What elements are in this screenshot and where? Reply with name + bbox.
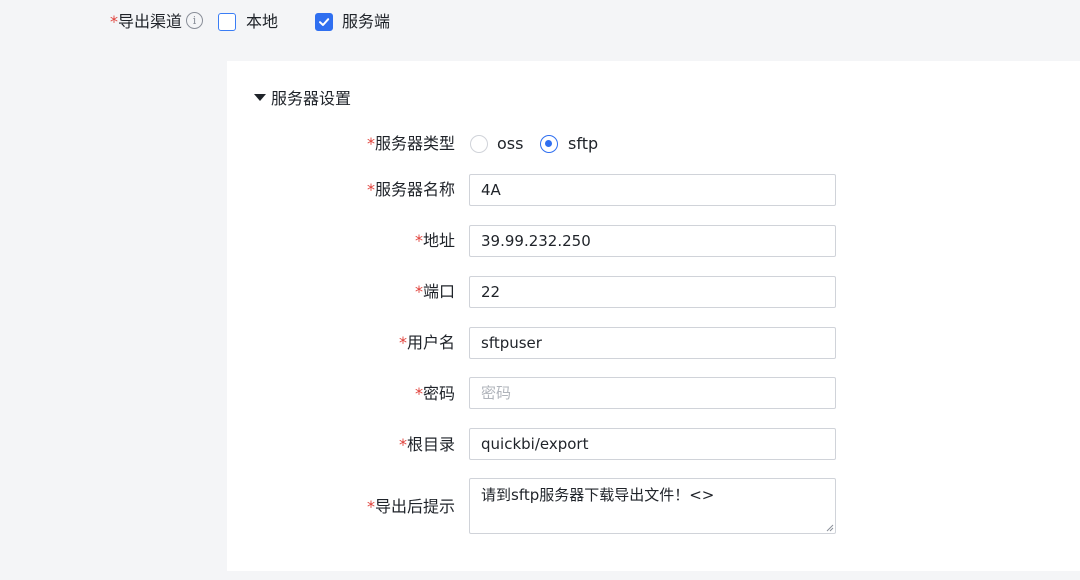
password-label-text: 密码: [422, 384, 455, 403]
server-settings-title[interactable]: 服务器设置: [271, 88, 351, 110]
server-name-label: *服务器名称: [367, 179, 455, 201]
required-mark: *: [414, 231, 423, 250]
port-label-text: 端口: [422, 282, 455, 301]
root-dir-label-text: 根目录: [406, 435, 455, 454]
address-label-text: 地址: [422, 231, 455, 250]
username-label-text: 用户名: [406, 333, 455, 352]
required-mark: *: [414, 384, 423, 403]
required-mark: *: [366, 497, 375, 516]
address-input[interactable]: 39.99.232.250: [469, 225, 836, 257]
post-export-hint-label: *导出后提示: [367, 496, 455, 518]
server-name-label-text: 服务器名称: [374, 180, 455, 199]
root-dir-input[interactable]: quickbi/export: [469, 428, 836, 460]
required-mark: *: [110, 12, 118, 31]
server-checkbox-label[interactable]: 服务端: [342, 11, 390, 33]
oss-radio[interactable]: [470, 135, 488, 153]
local-checkbox[interactable]: [218, 13, 236, 31]
export-channel-label: *导出渠道: [110, 11, 182, 33]
root-dir-label: *根目录: [399, 434, 455, 456]
sftp-radio[interactable]: [540, 135, 558, 153]
check-icon: [319, 18, 330, 26]
radio-dot: [545, 140, 552, 147]
export-channel-row: *导出渠道 i 本地 服务端: [0, 0, 1080, 44]
oss-radio-label[interactable]: oss: [497, 133, 523, 155]
caret-down-icon[interactable]: [254, 94, 266, 101]
info-icon[interactable]: i: [186, 12, 203, 29]
required-mark: *: [366, 134, 375, 153]
required-mark: *: [398, 333, 407, 352]
resize-handle-icon[interactable]: [825, 523, 834, 532]
required-mark: *: [414, 282, 423, 301]
password-label: *密码: [415, 383, 455, 405]
sftp-radio-label[interactable]: sftp: [568, 133, 598, 155]
address-label: *地址: [415, 230, 455, 252]
post-export-hint-label-text: 导出后提示: [374, 497, 455, 516]
username-input[interactable]: sftpuser: [469, 327, 836, 359]
required-mark: *: [366, 180, 375, 199]
username-label: *用户名: [399, 332, 455, 354]
server-type-label: *服务器类型: [367, 133, 455, 155]
server-name-input[interactable]: 4A: [469, 174, 836, 206]
post-export-hint-textarea[interactable]: 请到sftp服务器下载导出文件！<>: [469, 478, 836, 534]
server-checkbox[interactable]: [315, 13, 333, 31]
port-input[interactable]: 22: [469, 276, 836, 308]
port-label: *端口: [415, 281, 455, 303]
required-mark: *: [398, 435, 407, 454]
local-checkbox-label[interactable]: 本地: [246, 11, 278, 33]
post-export-hint-text: 请到sftp服务器下载导出文件！<>: [481, 486, 715, 504]
password-input[interactable]: 密码: [469, 377, 836, 409]
server-settings-panel: 服务器设置 *服务器类型 oss sftp *服务器名称 4A *地址 39.9…: [227, 61, 1080, 571]
export-channel-label-text: 导出渠道: [118, 12, 183, 31]
server-type-label-text: 服务器类型: [374, 134, 455, 153]
